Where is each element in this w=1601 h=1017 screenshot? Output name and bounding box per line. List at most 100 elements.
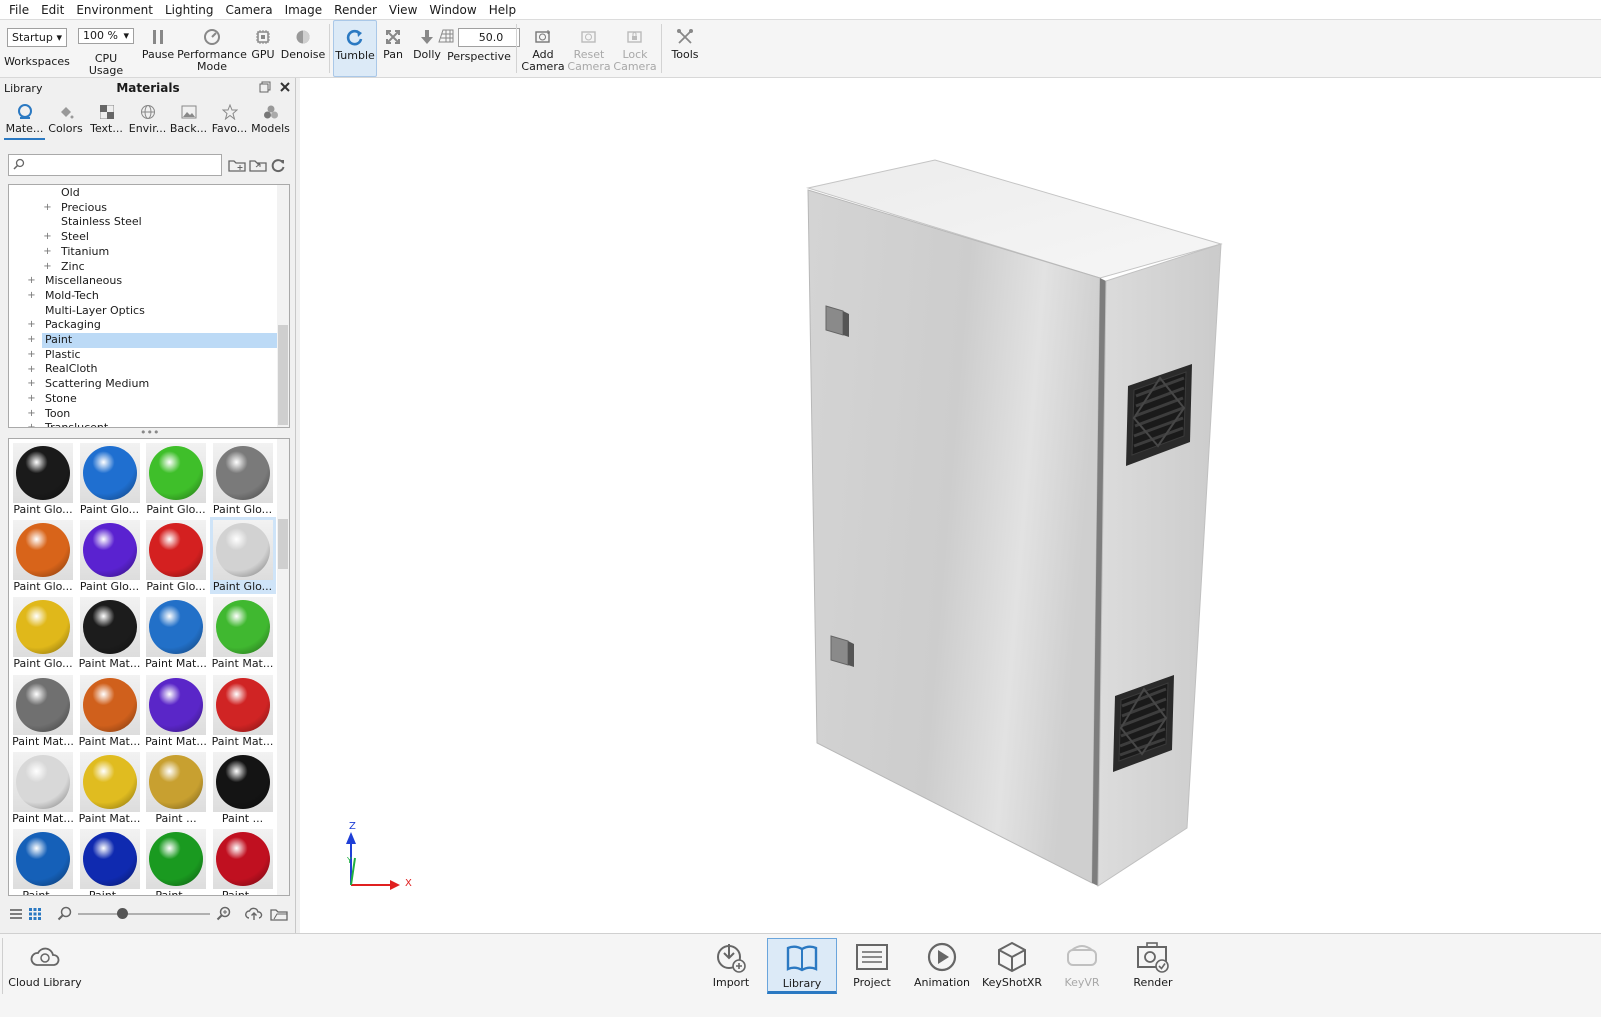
zoom-in-icon[interactable] xyxy=(216,906,232,925)
pause-button[interactable]: Pause xyxy=(138,20,178,77)
import-button[interactable]: Import xyxy=(696,938,766,994)
material-thumbnail[interactable]: Paint Mat... xyxy=(210,672,276,749)
search-input[interactable] xyxy=(25,156,215,174)
refresh-icon[interactable] xyxy=(270,157,286,173)
material-thumbnail[interactable]: Paint ... xyxy=(210,826,276,895)
tab-backplates[interactable]: Back... xyxy=(168,102,209,140)
tab-colors[interactable]: Colors xyxy=(45,102,86,140)
menu-render[interactable]: Render xyxy=(328,0,383,20)
expand-plus-icon[interactable]: + xyxy=(43,246,52,257)
tree-item[interactable]: + RealCloth xyxy=(9,362,277,377)
expand-plus-icon[interactable]: + xyxy=(27,334,36,345)
open-folder-icon[interactable] xyxy=(270,907,288,924)
material-thumbnail[interactable]: Paint Mat... xyxy=(77,594,143,671)
tree-item[interactable]: Old xyxy=(9,186,277,201)
material-thumbnail[interactable]: Paint ... xyxy=(77,826,143,895)
material-thumbnail[interactable]: Paint Mat... xyxy=(143,672,209,749)
undock-icon[interactable] xyxy=(258,80,272,94)
material-thumbnail[interactable]: Paint ... xyxy=(143,826,209,895)
grid-scrollbar[interactable] xyxy=(277,439,289,895)
material-thumbnail[interactable]: Paint Glo... xyxy=(10,594,76,671)
menu-edit[interactable]: Edit xyxy=(35,0,70,20)
tree-item[interactable]: + Precious xyxy=(9,201,277,216)
add-camera-button[interactable]: Add Camera xyxy=(520,20,566,77)
material-thumbnail[interactable]: Paint ... xyxy=(10,826,76,895)
menu-image[interactable]: Image xyxy=(279,0,329,20)
expand-plus-icon[interactable]: + xyxy=(43,261,52,272)
workspace-select[interactable]: Startup ▾ xyxy=(7,28,67,47)
cloud-library-button[interactable]: Cloud Library xyxy=(7,938,83,994)
render-button[interactable]: Render xyxy=(1118,938,1188,994)
material-thumbnail[interactable]: Paint Glo... xyxy=(77,517,143,594)
project-button[interactable]: Project xyxy=(837,938,907,994)
expand-plus-icon[interactable]: + xyxy=(43,231,52,242)
close-icon[interactable] xyxy=(278,80,292,94)
tree-item[interactable]: + Plastic xyxy=(9,348,277,363)
lock-camera-button[interactable]: Lock Camera xyxy=(612,20,658,77)
menu-camera[interactable]: Camera xyxy=(219,0,278,20)
tree-scrollbar[interactable] xyxy=(277,185,289,427)
tree-item[interactable]: + Toon xyxy=(9,407,277,422)
tree-item[interactable]: + Scattering Medium xyxy=(9,377,277,392)
grid-view-icon[interactable] xyxy=(28,907,42,924)
render-viewport[interactable]: Z X Y xyxy=(300,78,1601,933)
material-thumbnail[interactable]: Paint Mat... xyxy=(10,749,76,826)
animation-button[interactable]: Animation xyxy=(907,938,977,994)
material-thumbnail[interactable]: Paint ... xyxy=(210,749,276,826)
tab-textures[interactable]: Text... xyxy=(86,102,127,140)
expand-plus-icon[interactable]: + xyxy=(27,275,36,286)
menu-environment[interactable]: Environment xyxy=(70,0,159,20)
search-field[interactable] xyxy=(8,154,222,176)
thumbnail-size-slider[interactable] xyxy=(78,908,210,919)
tab-models[interactable]: Models xyxy=(250,102,291,140)
tools-button[interactable]: Tools xyxy=(665,20,705,77)
tree-item[interactable]: + Steel xyxy=(9,230,277,245)
expand-plus-icon[interactable]: + xyxy=(27,378,36,389)
tab-environments[interactable]: Envir... xyxy=(127,102,168,140)
library-button[interactable]: Library xyxy=(767,938,837,994)
list-view-icon[interactable] xyxy=(9,907,23,924)
splitter-handle[interactable]: ••• xyxy=(140,427,159,438)
folder-import-icon[interactable] xyxy=(249,158,267,172)
tree-item[interactable]: + Titanium xyxy=(9,245,277,260)
material-thumbnail[interactable]: Paint Glo... xyxy=(10,517,76,594)
add-folder-icon[interactable] xyxy=(228,158,246,172)
expand-plus-icon[interactable]: + xyxy=(27,393,36,404)
material-thumbnail[interactable]: Paint Glo... xyxy=(210,440,276,517)
expand-plus-icon[interactable]: + xyxy=(43,202,52,213)
expand-plus-icon[interactable]: + xyxy=(27,408,36,419)
tree-item[interactable]: + Stone xyxy=(9,392,277,407)
material-thumbnail[interactable]: Paint Mat... xyxy=(143,594,209,671)
tree-item[interactable]: Stainless Steel xyxy=(9,215,277,230)
grid-scrollbar-thumb[interactable] xyxy=(278,519,288,569)
tab-favorites[interactable]: Favo... xyxy=(209,102,250,140)
pan-button[interactable]: Pan xyxy=(377,20,409,77)
material-thumbnail[interactable]: Paint Glo... xyxy=(209,517,276,595)
expand-plus-icon[interactable]: + xyxy=(27,349,36,360)
tree-item[interactable]: + Mold-Tech xyxy=(9,289,277,304)
tree-item[interactable]: + Miscellaneous xyxy=(9,274,277,289)
material-thumbnail[interactable]: Paint Glo... xyxy=(143,517,209,594)
performance-mode-button[interactable]: Performance Mode xyxy=(177,20,247,77)
expand-plus-icon[interactable]: + xyxy=(27,364,36,375)
tree-item[interactable]: Multi-Layer Optics xyxy=(9,304,277,319)
menu-file[interactable]: File xyxy=(3,0,35,20)
slider-thumb[interactable] xyxy=(117,908,128,919)
fov-input[interactable]: 50.0 xyxy=(458,27,520,47)
material-thumbnail[interactable]: Paint Mat... xyxy=(77,749,143,826)
material-thumbnail[interactable]: Paint Mat... xyxy=(77,672,143,749)
denoise-button[interactable]: Denoise xyxy=(280,20,326,77)
material-thumbnail[interactable]: Paint Mat... xyxy=(10,672,76,749)
zoom-out-icon[interactable] xyxy=(57,906,73,925)
tumble-button[interactable]: Tumble xyxy=(333,20,377,77)
tree-scrollbar-thumb[interactable] xyxy=(278,325,288,425)
tree-item[interactable]: + Zinc xyxy=(9,260,277,275)
expand-plus-icon[interactable]: + xyxy=(27,319,36,330)
menu-lighting[interactable]: Lighting xyxy=(159,0,220,20)
menu-window[interactable]: Window xyxy=(423,0,482,20)
menu-view[interactable]: View xyxy=(383,0,423,20)
cpu-usage-select[interactable]: 100 % ▾ xyxy=(78,28,134,44)
tab-materials[interactable]: Mate... xyxy=(4,102,45,140)
material-thumbnail[interactable]: Paint Mat... xyxy=(210,594,276,671)
gpu-button[interactable]: GPU xyxy=(246,20,280,77)
